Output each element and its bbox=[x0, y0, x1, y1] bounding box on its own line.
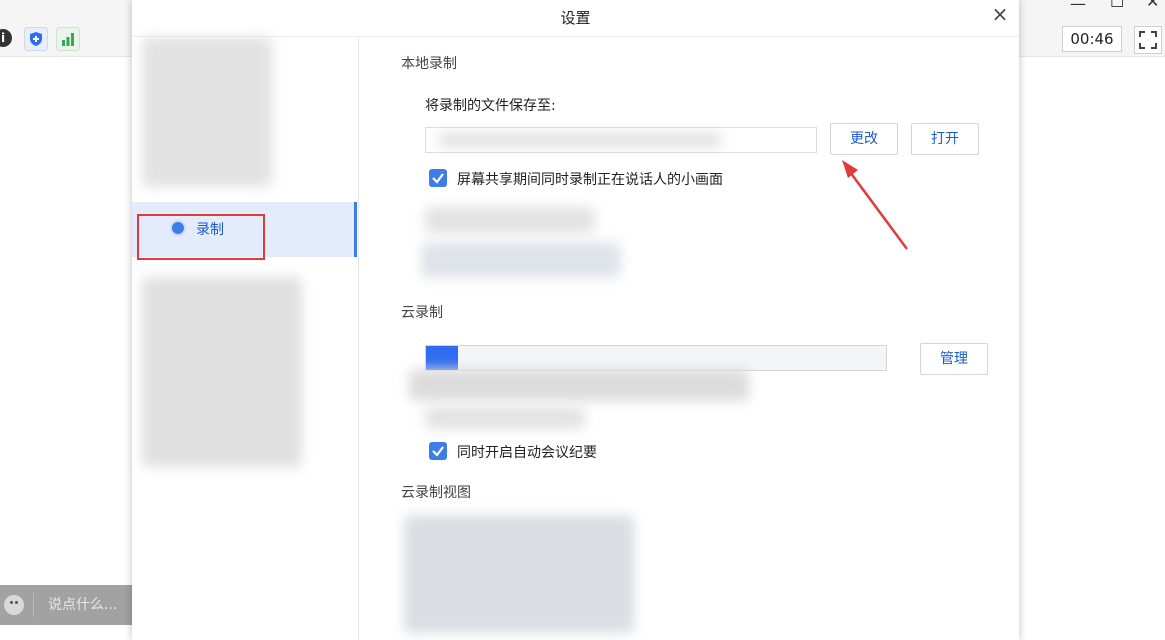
chat-input[interactable]: 说点什么... bbox=[48, 595, 117, 615]
maximize-icon[interactable]: ☐ bbox=[1110, 0, 1124, 11]
chat-divider bbox=[33, 593, 34, 617]
annotation-arrow bbox=[842, 160, 909, 250]
chat-bar[interactable]: 说点什么... bbox=[0, 585, 132, 625]
meeting-timer: 00:46 bbox=[1062, 26, 1122, 52]
shield-icon[interactable] bbox=[24, 27, 48, 51]
fullscreen-icon[interactable] bbox=[1134, 26, 1162, 54]
emoji-icon[interactable] bbox=[4, 595, 24, 615]
info-icon[interactable]: i bbox=[0, 29, 12, 47]
signal-icon[interactable] bbox=[56, 27, 80, 51]
settings-dialog: 设置 × 录制 本地录制 将录制的文件保存至: 更改 打开 屏幕共享期间同时录制… bbox=[132, 0, 1019, 640]
minimize-icon[interactable]: — bbox=[1070, 0, 1086, 13]
window-close-icon[interactable]: ✕ bbox=[1146, 0, 1159, 11]
